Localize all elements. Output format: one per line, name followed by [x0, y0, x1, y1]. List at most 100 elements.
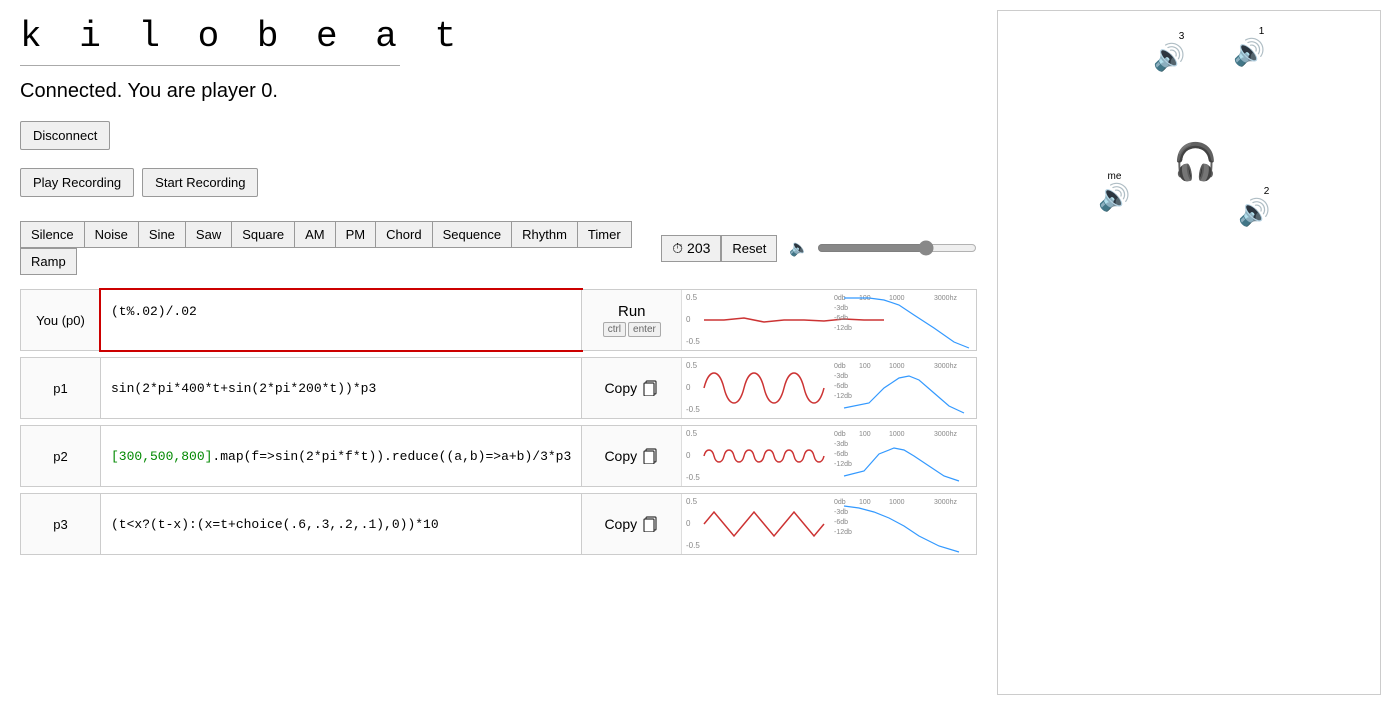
player-action-p1[interactable]: Copy — [581, 358, 681, 418]
room-player-1: 1 🔊 — [1233, 26, 1265, 68]
svg-text:0: 0 — [686, 315, 691, 324]
player-row-p3: p3 (t<x?(t-x):(x=t+choice(.6,.3,.2,.1),0… — [20, 493, 977, 555]
run-label: Run — [618, 303, 646, 320]
room-player-me-headphone: 🎧 — [1173, 141, 1218, 183]
players-section: You (p0) (t%.02)/.02 Run ctrl enter 0.5 — [20, 289, 977, 555]
svg-text:1000: 1000 — [889, 431, 905, 438]
room-viz: 3 🔊 1 🔊 🎧 me 🔊 2 🔊 — [998, 11, 1380, 694]
speaker-icon-3: 🔊 — [1153, 42, 1185, 73]
svg-text:3000hz: 3000hz — [934, 295, 957, 302]
player-code-p1: sin(2*pi*400*t+sin(2*pi*200*t))*p3 — [101, 358, 581, 418]
svg-text:0.5: 0.5 — [686, 361, 698, 370]
play-recording-button[interactable]: Play Recording — [20, 168, 134, 197]
svg-text:0db: 0db — [834, 499, 846, 506]
player-label-p1: p1 — [21, 358, 101, 418]
svg-text:100: 100 — [859, 499, 871, 506]
player-code-p0[interactable]: (t%.02)/.02 — [99, 288, 583, 352]
toolbar-am[interactable]: AM — [294, 221, 336, 248]
timer-value: 203 — [687, 240, 710, 256]
svg-text:0db: 0db — [834, 431, 846, 438]
player-label-p3: p3 — [21, 494, 101, 554]
svg-text:-0.5: -0.5 — [686, 473, 700, 482]
status-text: Connected. You are player 0. — [20, 80, 977, 103]
player-action-p3[interactable]: Copy — [581, 494, 681, 554]
toolbar-ramp[interactable]: Ramp — [20, 248, 77, 275]
svg-text:0: 0 — [686, 451, 691, 460]
svg-text:-0.5: -0.5 — [686, 337, 700, 346]
waveform-p3: 0.5 0 -0.5 0db -3db -6db -12db 100 1000 … — [681, 494, 976, 554]
player-row-p0: You (p0) (t%.02)/.02 Run ctrl enter 0.5 — [20, 289, 977, 351]
disconnect-button[interactable]: Disconnect — [20, 121, 110, 150]
toolbar-square[interactable]: Square — [231, 221, 295, 248]
player-row-p2: p2 [300,500,800].map(f=>sin(2*pi*f*t)).r… — [20, 425, 977, 487]
svg-text:-6db: -6db — [834, 315, 848, 322]
toolbar-pm[interactable]: PM — [335, 221, 377, 248]
svg-text:-3db: -3db — [834, 305, 848, 312]
player-code-p2: [300,500,800].map(f=>sin(2*pi*f*t)).redu… — [101, 426, 581, 486]
svg-text:3000hz: 3000hz — [934, 499, 957, 506]
svg-text:-6db: -6db — [834, 383, 848, 390]
copy-icon-p2 — [643, 448, 659, 464]
svg-text:3000hz: 3000hz — [934, 363, 957, 370]
svg-text:1000: 1000 — [889, 499, 905, 506]
speaker-icon-1: 🔊 — [1233, 37, 1265, 68]
player-row-p1: p1 sin(2*pi*400*t+sin(2*pi*200*t))*p3 Co… — [20, 357, 977, 419]
player-label-p2: p2 — [21, 426, 101, 486]
waveform-p1: 0.5 0 -0.5 0db -3db -6db -12db 100 1000 … — [681, 358, 976, 418]
room-player-2: 2 🔊 — [1238, 186, 1270, 228]
svg-text:-3db: -3db — [834, 373, 848, 380]
player-code-p3: (t<x?(t-x):(x=t+choice(.6,.3,.2,.1),0))*… — [101, 494, 581, 554]
svg-text:0.5: 0.5 — [686, 293, 698, 302]
svg-text:1000: 1000 — [889, 295, 905, 302]
svg-text:-12db: -12db — [834, 461, 852, 468]
copy-button-p2[interactable]: Copy — [594, 448, 669, 464]
waveform-p2: 0.5 0 -0.5 0db -3db -6db -12db 100 1000 … — [681, 426, 976, 486]
title-divider — [20, 65, 400, 66]
svg-text:100: 100 — [859, 431, 871, 438]
copy-button-p3[interactable]: Copy — [594, 516, 669, 532]
enter-key: enter — [628, 322, 661, 337]
volume-icon: 🔈 — [789, 238, 809, 258]
svg-text:-3db: -3db — [834, 509, 848, 516]
svg-text:0.5: 0.5 — [686, 497, 698, 506]
speaker-icon-2: 🔊 — [1238, 197, 1270, 228]
toolbar-sine[interactable]: Sine — [138, 221, 186, 248]
svg-text:-12db: -12db — [834, 529, 852, 536]
app-title: k i l o b e a t — [20, 16, 977, 57]
svg-text:100: 100 — [859, 363, 871, 370]
svg-text:-12db: -12db — [834, 325, 852, 332]
svg-text:-12db: -12db — [834, 393, 852, 400]
start-recording-button[interactable]: Start Recording — [142, 168, 258, 197]
copy-button-p1[interactable]: Copy — [594, 380, 669, 396]
room-panel: 3 🔊 1 🔊 🎧 me 🔊 2 🔊 — [997, 10, 1381, 695]
svg-text:-3db: -3db — [834, 441, 848, 448]
toolbar-saw[interactable]: Saw — [185, 221, 232, 248]
player-action-p2[interactable]: Copy — [581, 426, 681, 486]
svg-text:-0.5: -0.5 — [686, 541, 700, 550]
waveform-p0: 0.5 0 -0.5 0db -3db -6db -12db 100 1000 … — [681, 290, 976, 350]
player-label-p0: You (p0) — [21, 290, 101, 350]
svg-text:3000hz: 3000hz — [934, 431, 957, 438]
ctrl-key: ctrl — [603, 322, 626, 337]
room-player-me-speaker: me 🔊 — [1098, 171, 1130, 213]
toolbar-timer[interactable]: Timer — [577, 221, 632, 248]
svg-text:1000: 1000 — [889, 363, 905, 370]
svg-text:0.5: 0.5 — [686, 429, 698, 438]
toolbar-noise[interactable]: Noise — [84, 221, 139, 248]
svg-text:0: 0 — [686, 519, 691, 528]
svg-text:-6db: -6db — [834, 519, 848, 526]
svg-text:-6db: -6db — [834, 451, 848, 458]
room-player-3: 3 🔊 — [1153, 31, 1185, 73]
volume-slider[interactable] — [817, 240, 977, 256]
copy-icon-p3 — [643, 516, 659, 532]
reset-button[interactable]: Reset — [721, 235, 777, 262]
svg-text:0db: 0db — [834, 363, 846, 370]
headphone-icon: 🎧 — [1173, 141, 1218, 183]
speaker-icon-me: 🔊 — [1098, 182, 1130, 213]
timer-icon: ⏱ — [672, 240, 683, 257]
toolbar-rhythm[interactable]: Rhythm — [511, 221, 578, 248]
copy-icon-p1 — [643, 380, 659, 396]
toolbar-chord[interactable]: Chord — [375, 221, 432, 248]
toolbar-sequence[interactable]: Sequence — [432, 221, 513, 248]
toolbar-silence[interactable]: Silence — [20, 221, 85, 248]
